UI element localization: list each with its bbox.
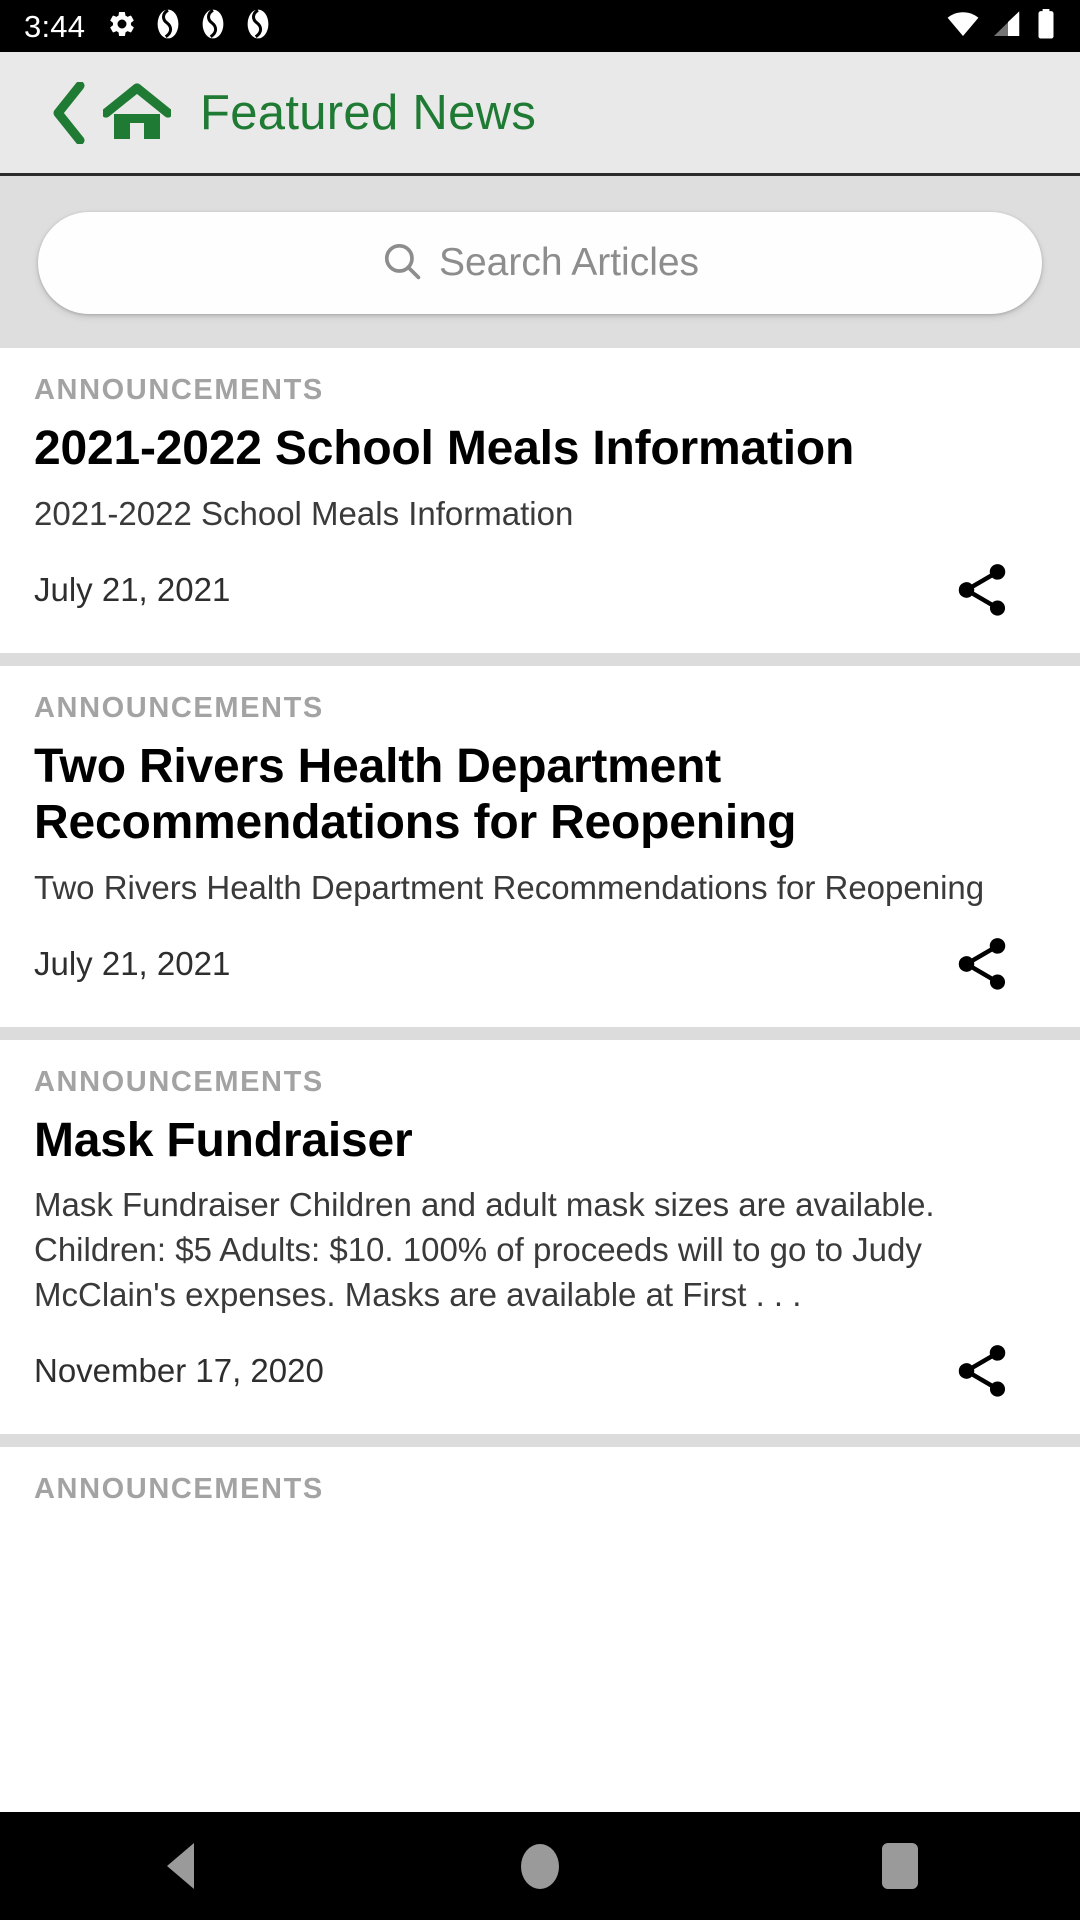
page-title: Featured News: [200, 85, 537, 140]
swirl-icon: [154, 8, 182, 44]
search-section: Search Articles: [0, 176, 1080, 348]
status-bar-system-icons: [946, 8, 1056, 44]
status-bar: 3:44: [0, 0, 1080, 52]
article-date: July 21, 2021: [34, 944, 231, 982]
article-title: Two Rivers Health Department Recommendat…: [34, 739, 797, 850]
article-title: 2021-2022 School Meals Information: [34, 422, 855, 475]
home-circle-icon: [521, 1843, 559, 1889]
gear-icon: [107, 9, 137, 44]
app-header: Featured News: [0, 52, 1080, 176]
article-date: November 17, 2020: [34, 1351, 324, 1389]
search-input[interactable]: Search Articles: [38, 212, 1042, 314]
search-placeholder: Search Articles: [438, 241, 700, 284]
share-icon[interactable]: [936, 923, 1028, 1005]
article-summary: Mask Fundraiser Children and adult mask …: [34, 1186, 935, 1313]
article-date: July 21, 2021: [34, 570, 231, 608]
article-footer: July 21, 2021: [34, 921, 1046, 1007]
article-category: ANNOUNCEMENTS: [34, 691, 324, 724]
search-icon: [381, 240, 423, 287]
share-icon[interactable]: [936, 1330, 1028, 1412]
share-icon[interactable]: [936, 549, 1028, 631]
swirl-icon: [244, 8, 272, 44]
chevron-left-icon[interactable]: [46, 81, 92, 144]
recents-square-icon: [882, 1843, 918, 1889]
article-footer: July 21, 2021: [34, 547, 1046, 633]
back-button[interactable]: [110, 1812, 250, 1920]
swirl-icon: [199, 8, 227, 44]
home-icon[interactable]: [100, 82, 174, 144]
article-list: ANNOUNCEMENTS 2021-2022 School Meals Inf…: [0, 348, 1080, 1540]
article-title: Mask Fundraiser: [34, 1113, 413, 1167]
battery-icon: [1036, 8, 1056, 44]
article-card[interactable]: ANNOUNCEMENTS Two Rivers Health Departme…: [0, 665, 1080, 1027]
article-category: ANNOUNCEMENTS: [34, 1472, 324, 1505]
recents-button[interactable]: [830, 1812, 970, 1920]
article-category: ANNOUNCEMENTS: [34, 1065, 324, 1098]
system-navigation-bar: [0, 1812, 1080, 1920]
cellular-signal-icon: [992, 10, 1024, 43]
wifi-icon: [946, 10, 980, 43]
back-triangle-icon: [166, 1843, 194, 1889]
article-footer: November 17, 2020: [34, 1328, 1046, 1414]
list-divider: [0, 1026, 1080, 1040]
status-bar-notification-icons: [107, 8, 272, 44]
list-divider: [0, 652, 1080, 666]
article-summary: 2021-2022 School Meals Information: [34, 494, 574, 532]
article-card[interactable]: ANNOUNCEMENTS 2021-2022 School Meals Inf…: [0, 348, 1080, 653]
home-button[interactable]: [470, 1812, 610, 1920]
status-bar-clock: 3:44: [24, 8, 86, 44]
article-category: ANNOUNCEMENTS: [34, 374, 324, 406]
phone-screen: 3:44 Featured News Search Articles ANNOU…: [0, 0, 1080, 1920]
list-divider: [0, 1433, 1080, 1447]
article-card[interactable]: ANNOUNCEMENTS Mask Fundraiser Mask Fundr…: [0, 1039, 1080, 1434]
article-summary: Two Rivers Health Department Recommendat…: [34, 868, 985, 906]
article-card[interactable]: ANNOUNCEMENTS: [0, 1446, 1080, 1540]
